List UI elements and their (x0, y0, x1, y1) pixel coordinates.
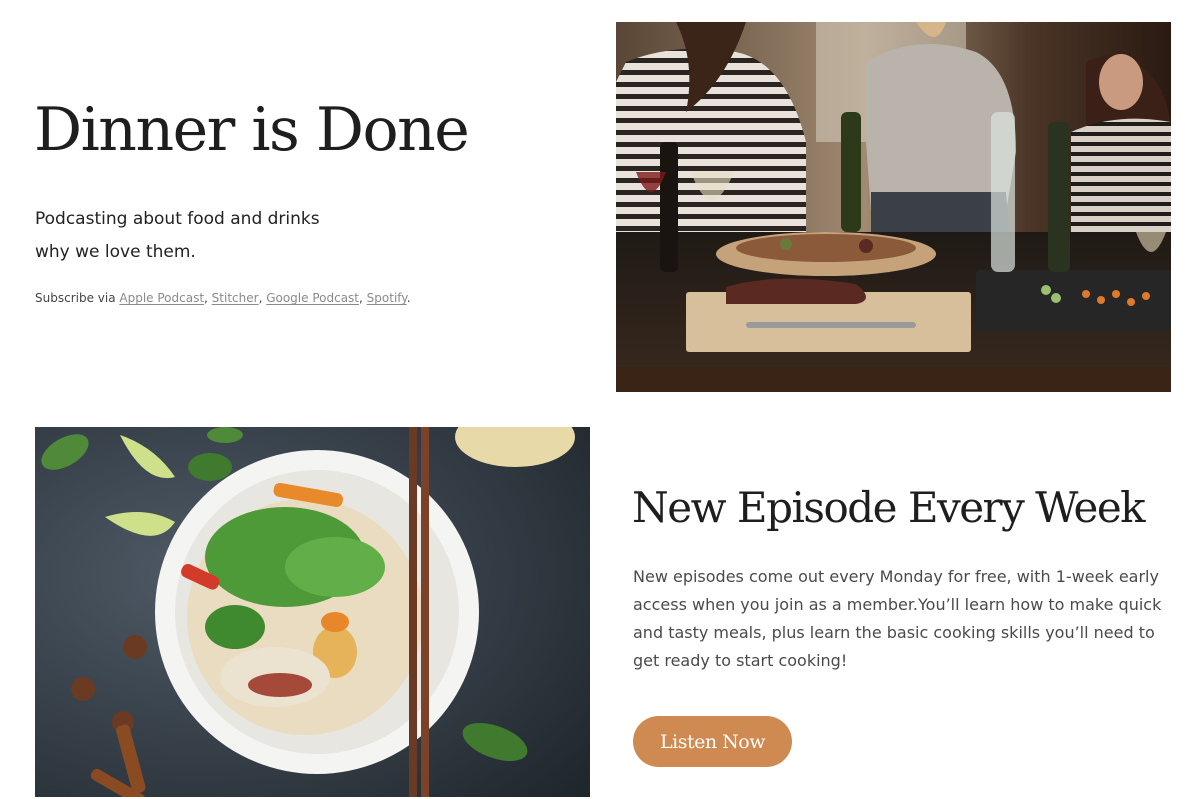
dinner-party-illustration (616, 22, 1171, 392)
noodle-bowl-photo (35, 427, 590, 797)
noodle-bowl-illustration (35, 427, 590, 797)
episode-section-title: New Episode Every Week (632, 483, 1146, 532)
listen-now-button[interactable]: Listen Now (633, 716, 792, 767)
subscribe-line: Subscribe via Apple Podcast, Stitcher, G… (35, 291, 411, 305)
hero-tagline: Podcasting about food and drinks why we … (35, 203, 455, 269)
subscribe-prefix: Subscribe via (35, 291, 120, 305)
episode-description: New episodes come out every Monday for f… (633, 567, 1162, 670)
subscribe-suffix: . (406, 291, 411, 305)
google-podcast-link[interactable]: Google Podcast (266, 291, 359, 305)
apple-podcast-link[interactable]: Apple Podcast (119, 291, 204, 305)
link-separator: , (359, 291, 367, 305)
stitcher-link[interactable]: Stitcher (212, 291, 259, 305)
spotify-link[interactable]: Spotify (367, 291, 407, 305)
hero-title: Dinner is Done (34, 95, 470, 165)
dinner-party-photo (616, 22, 1171, 392)
link-separator: , (204, 291, 212, 305)
hero-tagline-line-1: Podcasting about food and drinks (35, 209, 320, 229)
page: Dinner is Done Podcasting about food and… (0, 0, 1200, 799)
hero-tagline-line-2: why we love them. (35, 242, 196, 262)
